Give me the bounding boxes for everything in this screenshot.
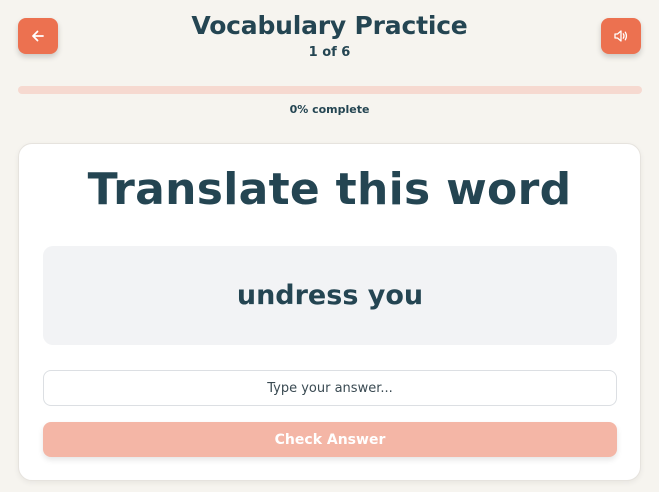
question-card: Translate this word undress you Check An… — [18, 143, 641, 481]
vocabulary-practice-page: Vocabulary Practice 1 of 6 0% complete T… — [0, 0, 659, 492]
question-counter: 1 of 6 — [308, 45, 351, 60]
page-title: Vocabulary Practice — [191, 11, 468, 40]
progress-label: 0% complete — [289, 103, 370, 116]
sound-button[interactable] — [601, 18, 641, 54]
word-panel: undress you — [43, 246, 617, 345]
answer-input[interactable] — [43, 370, 617, 406]
speaker-icon — [614, 30, 628, 42]
check-answer-button[interactable]: Check Answer — [43, 422, 617, 457]
progress-bar — [18, 86, 642, 94]
word-to-translate: undress you — [236, 280, 424, 311]
question-title: Translate this word — [87, 164, 572, 215]
